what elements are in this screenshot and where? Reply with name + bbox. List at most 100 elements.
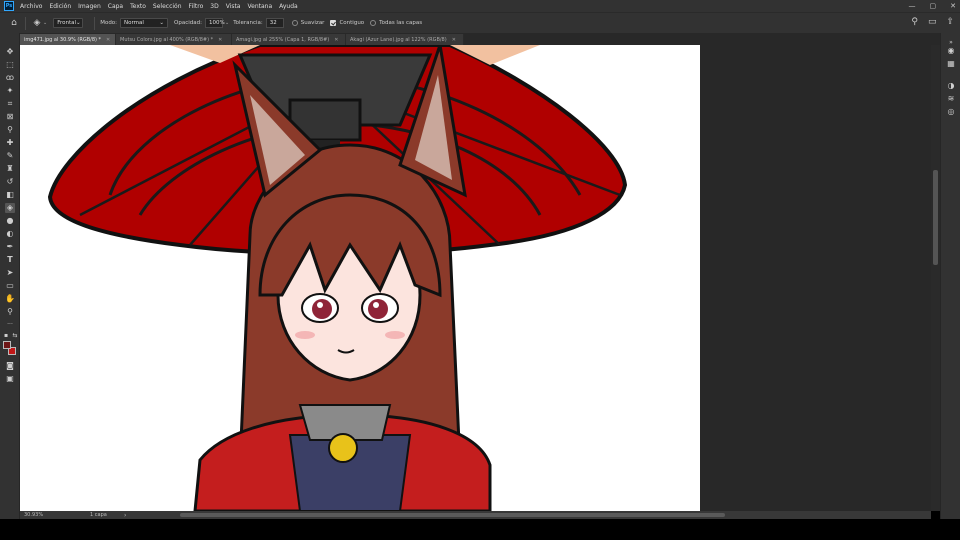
minimize-icon[interactable]: — bbox=[909, 2, 916, 10]
brush-tool-icon[interactable]: ✎ bbox=[5, 151, 15, 161]
antialias-checkbox[interactable]: Suavizar bbox=[291, 20, 325, 26]
layers-panel-icon[interactable]: ≋ bbox=[946, 93, 956, 103]
marquee-tool-icon[interactable]: ⬚ bbox=[5, 60, 15, 70]
tab-label: Akagi (Azur Lane).jpg al 122% (RGB/8) bbox=[350, 36, 447, 43]
menu-texto[interactable]: Texto bbox=[130, 3, 146, 10]
menu-ventana[interactable]: Ventana bbox=[247, 3, 272, 10]
maximize-icon[interactable]: ▢ bbox=[930, 2, 937, 10]
horizontal-scrollbar[interactable] bbox=[180, 512, 725, 518]
vertical-scrollbar[interactable] bbox=[931, 45, 940, 511]
all-layers-checkbox[interactable]: Todas las capas bbox=[370, 20, 422, 26]
antialias-check-icon bbox=[291, 20, 298, 26]
search-icon[interactable]: ⚲ bbox=[911, 17, 918, 27]
status-bar: 30.93% 1 capa › bbox=[20, 511, 931, 519]
foreground-color-swatch[interactable] bbox=[3, 341, 11, 349]
quick-mask-icon[interactable]: ◙ bbox=[5, 361, 15, 371]
document-canvas[interactable] bbox=[20, 45, 700, 511]
contiguous-label: Contiguo bbox=[339, 20, 365, 26]
tab-amagi[interactable]: Amagi.jpg al 255% (Capa 1, RGB/8#) ✕ bbox=[232, 34, 346, 45]
rectangle-tool-icon[interactable]: ▭ bbox=[5, 281, 15, 291]
blur-tool-icon[interactable]: ● bbox=[5, 216, 15, 226]
menu-archivo[interactable]: Archivo bbox=[20, 3, 42, 10]
path-selection-tool-icon[interactable]: ➤ bbox=[5, 268, 15, 278]
preset-chevron-icon[interactable]: ⌄ bbox=[43, 20, 47, 26]
tab-img471[interactable]: img471.jpg al 30.9% (RGB/8) * ✕ bbox=[20, 34, 116, 45]
options-divider bbox=[25, 16, 26, 30]
mode-select[interactable]: Normal ⌄ bbox=[120, 18, 169, 28]
close-icon[interactable]: ✕ bbox=[334, 37, 338, 43]
menu-ayuda[interactable]: Ayuda bbox=[279, 3, 298, 10]
menu-capa[interactable]: Capa bbox=[108, 3, 123, 10]
hand-tool-icon[interactable]: ✋ bbox=[5, 294, 15, 304]
menu-bar: Ps Archivo Edición Imagen Capa Texto Sel… bbox=[0, 0, 960, 12]
vertical-scroll-thumb[interactable] bbox=[933, 170, 938, 265]
contiguous-check-icon bbox=[330, 20, 337, 26]
close-icon[interactable]: ✕ bbox=[218, 37, 222, 43]
chevron-down-icon: ⌄ bbox=[76, 20, 81, 26]
menu-filtro[interactable]: Filtro bbox=[189, 3, 204, 10]
screen-mode-icon[interactable]: ▣ bbox=[5, 374, 15, 384]
swatches-panel-icon[interactable]: ▦ bbox=[946, 58, 956, 68]
screen-bottom-border bbox=[0, 519, 960, 540]
close-icon[interactable]: ✕ bbox=[106, 37, 110, 43]
close-window-icon[interactable]: ✕ bbox=[950, 2, 956, 10]
properties-panel-icon[interactable]: ◉ bbox=[946, 45, 956, 55]
home-icon[interactable]: ⌂ bbox=[8, 17, 20, 29]
type-tool-icon[interactable]: T bbox=[5, 255, 15, 265]
canvas-area[interactable] bbox=[20, 45, 931, 511]
zoom-tool-icon[interactable]: ⚲ bbox=[5, 307, 15, 317]
all-layers-label: Todas las capas bbox=[379, 20, 423, 26]
tab-akagi[interactable]: Akagi (Azur Lane).jpg al 122% (RGB/8) ✕ bbox=[346, 34, 464, 45]
adjustments-panel-icon[interactable]: ◑ bbox=[946, 80, 956, 90]
close-icon[interactable]: ✕ bbox=[452, 37, 456, 43]
menu-vista[interactable]: Vista bbox=[226, 3, 241, 10]
swap-colors-icon[interactable]: ⇆ bbox=[11, 331, 19, 341]
channels-panel-icon[interactable]: ◎ bbox=[946, 106, 956, 116]
more-tools-icon[interactable]: ··· bbox=[5, 320, 15, 330]
lasso-tool-icon[interactable]: ꝏ bbox=[5, 73, 15, 83]
tab-label: Amagi.jpg al 255% (Capa 1, RGB/8#) bbox=[236, 36, 330, 43]
pen-tool-icon[interactable]: ✒ bbox=[5, 242, 15, 252]
frame-tool-icon[interactable]: ⊠ bbox=[5, 112, 15, 122]
options-right-icons: ⚲ ▭ ⇪ bbox=[911, 17, 954, 27]
tool-options-bar: ⌂ ◈ ⌄ Frontal ⌄ Modo: Normal ⌄ Opacidad:… bbox=[0, 12, 960, 33]
menu-imagen[interactable]: Imagen bbox=[78, 3, 101, 10]
workspace-icon[interactable]: ▭ bbox=[928, 17, 937, 27]
default-colors-icon[interactable]: ▪ bbox=[2, 331, 10, 341]
healing-brush-tool-icon[interactable]: ✚ bbox=[5, 138, 15, 148]
tolerance-label: Tolerancia: bbox=[233, 20, 263, 26]
fill-source-value: Frontal bbox=[57, 20, 77, 26]
share-icon[interactable]: ⇪ bbox=[946, 17, 954, 27]
menu-seleccion[interactable]: Selección bbox=[153, 3, 182, 10]
chevron-down-icon: ⌄ bbox=[159, 20, 165, 26]
tolerance-input[interactable]: 32 bbox=[265, 18, 284, 28]
all-layers-check-icon bbox=[370, 20, 377, 26]
eyedropper-tool-icon[interactable]: ⚲ bbox=[5, 125, 15, 135]
fill-source-select[interactable]: Frontal ⌄ bbox=[53, 18, 84, 28]
eraser-tool-icon[interactable]: ◧ bbox=[5, 190, 15, 200]
horizontal-scroll-thumb[interactable] bbox=[180, 513, 725, 517]
crop-tool-icon[interactable]: ⌗ bbox=[5, 99, 15, 109]
panel-dock: » ◉ ▦ ◑ ≋ ◎ bbox=[940, 33, 960, 519]
tab-label: Mutsu Colors.jpg al 400% (RGB/8#) * bbox=[120, 36, 214, 43]
dodge-tool-icon[interactable]: ◐ bbox=[5, 229, 15, 239]
photoshop-logo-icon[interactable]: Ps bbox=[4, 1, 14, 11]
opacity-chevron-icon[interactable]: ⌄ bbox=[225, 20, 229, 26]
opacity-label: Opacidad: bbox=[174, 20, 202, 26]
magic-wand-tool-icon[interactable]: ✦ bbox=[5, 86, 15, 96]
contiguous-checkbox[interactable]: Contiguo bbox=[330, 20, 364, 26]
antialias-label: Suavizar bbox=[300, 20, 325, 26]
clone-stamp-tool-icon[interactable]: ♜ bbox=[5, 164, 15, 174]
tab-mutsu-colors[interactable]: Mutsu Colors.jpg al 400% (RGB/8#) * ✕ bbox=[116, 34, 232, 45]
anime-fox-girl-artwork bbox=[47, 45, 628, 511]
menu-edicion[interactable]: Edición bbox=[49, 3, 71, 10]
paint-bucket-tool-icon[interactable]: ◈ bbox=[5, 203, 15, 213]
opacity-input[interactable]: 100% bbox=[204, 18, 225, 28]
status-menu-icon[interactable]: › bbox=[124, 512, 144, 519]
paint-bucket-preset-icon[interactable]: ◈ bbox=[31, 17, 43, 29]
zoom-level[interactable]: 30.93% bbox=[20, 512, 60, 518]
menu-3d[interactable]: 3D bbox=[210, 3, 218, 10]
document-info: 1 capa bbox=[90, 512, 107, 518]
move-tool-icon[interactable]: ✥ bbox=[5, 47, 15, 57]
history-brush-tool-icon[interactable]: ↺ bbox=[5, 177, 15, 187]
